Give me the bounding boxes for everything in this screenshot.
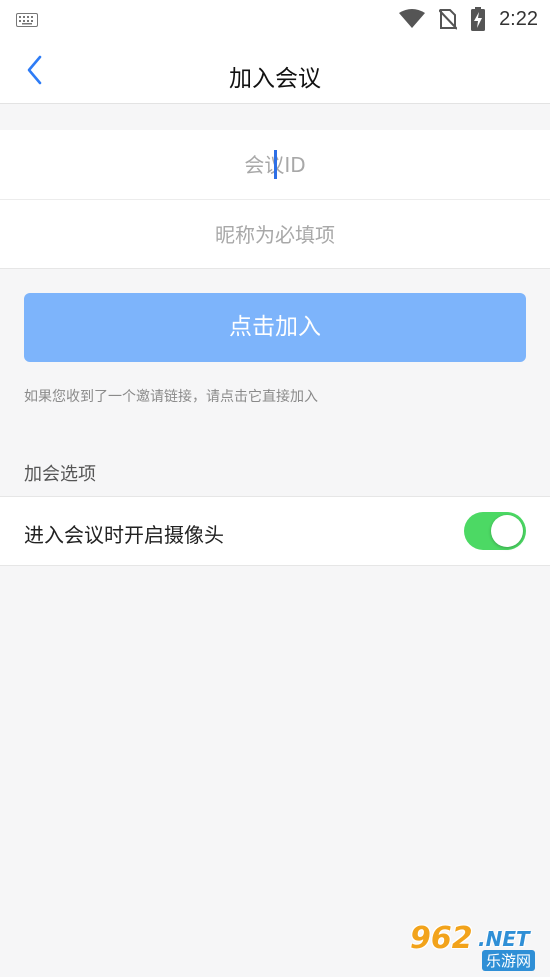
status-time: 2:22	[499, 7, 538, 30]
join-button[interactable]: 点击加入	[24, 293, 526, 362]
invite-link-hint: 如果您收到了一个邀请链接，请点击它直接加入	[24, 389, 318, 405]
text-cursor	[274, 150, 277, 179]
watermark-logo: 962 .NET 乐游网	[408, 921, 542, 971]
watermark-sub: 乐游网	[482, 950, 536, 971]
options-section-title: 加会选项	[24, 464, 96, 485]
battery-charging-icon	[471, 7, 486, 31]
nickname-input[interactable]	[0, 200, 550, 269]
watermark-number: 962	[410, 921, 473, 956]
wifi-icon	[399, 9, 426, 29]
camera-option-label: 进入会议时开启摄像头	[24, 523, 224, 547]
no-sim-icon	[439, 8, 458, 30]
watermark-suffix: .NET	[478, 927, 530, 951]
camera-toggle[interactable]	[464, 512, 526, 550]
nav-bar: 加入会议	[0, 38, 550, 104]
toggle-knob	[491, 515, 523, 547]
join-form	[0, 130, 550, 269]
keyboard-icon	[16, 12, 38, 31]
status-icons: 2:22	[399, 0, 538, 38]
camera-option-row: 进入会议时开启摄像头	[0, 496, 550, 566]
status-bar: 2:22	[0, 0, 550, 38]
page-title: 加入会议	[229, 66, 321, 92]
